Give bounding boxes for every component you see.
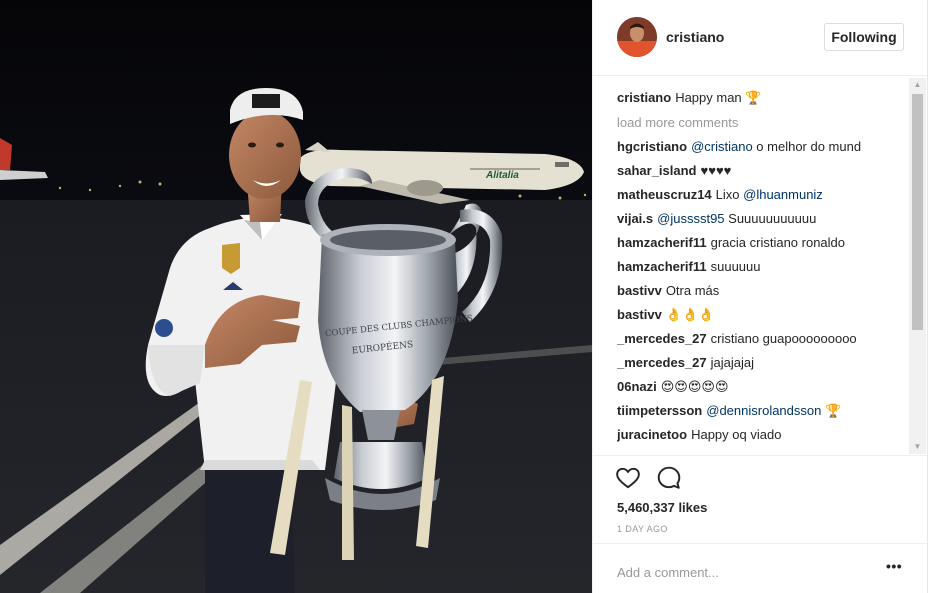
comment-text: 🏆 <box>821 403 842 418</box>
comment-text: 👌👌👌 <box>665 307 715 322</box>
load-more-comments-link[interactable]: load more comments <box>617 113 738 133</box>
comment-text: ♥♥♥♥ <box>700 163 732 178</box>
comment-mention[interactable]: @jusssst95 <box>657 211 724 226</box>
comment-item: tiimpetersson @dennisrolandsson 🏆 <box>617 401 911 421</box>
comment-username[interactable]: bastivv <box>617 307 662 322</box>
caption-username[interactable]: cristiano <box>617 90 671 105</box>
scroll-up-arrow-icon[interactable]: ▲ <box>909 78 926 92</box>
comment-username[interactable]: _mercedes_27 <box>617 355 707 370</box>
comment-item: _mercedes_27 cristiano guapooooooooo <box>617 329 911 349</box>
comment-username[interactable]: sahar_island <box>617 163 697 178</box>
comment-username[interactable]: matheuscruz14 <box>617 187 712 202</box>
comment-button[interactable] <box>656 465 682 491</box>
comment-text: gracia cristiano ronaldo <box>710 235 846 250</box>
comment-item: matheuscruz14 Lixo @lhuanmuniz <box>617 185 911 205</box>
scrollbar-thumb[interactable] <box>912 94 923 330</box>
comment-item: hgcristiano @cristiano o melhor do mund <box>617 137 911 157</box>
comment-item: _mercedes_27 jajajajaj <box>617 353 911 373</box>
comment-username[interactable]: _mercedes_27 <box>617 331 707 346</box>
comment-item: hamzacherif11 suuuuuu <box>617 257 911 277</box>
more-options-icon[interactable]: ••• <box>886 559 904 579</box>
comment-mention[interactable]: @cristiano <box>691 139 753 154</box>
comment-text: 😍😍😍😍😍 <box>660 379 729 394</box>
caption-text: Happy man 🏆 <box>675 90 762 105</box>
following-button[interactable]: Following <box>824 23 904 51</box>
airline-name: Alitalia <box>485 170 519 181</box>
comment-text: Happy oq viado <box>691 427 782 442</box>
comment-username[interactable]: bastivv <box>617 283 662 298</box>
post-author-username[interactable]: cristiano <box>666 29 724 45</box>
scroll-down-arrow-icon[interactable]: ▼ <box>909 440 926 454</box>
comment-item: vijai.s @jusssst95 Suuuuuuuuuuu <box>617 209 911 229</box>
comment-username[interactable]: hgcristiano <box>617 139 687 154</box>
heart-icon <box>616 467 640 489</box>
comment-username[interactable]: hamzacherif11 <box>617 235 707 250</box>
comment-text: Otra más <box>665 283 720 298</box>
comment-text: Lixo <box>715 187 744 202</box>
comment-item: bastivv Otra más <box>617 281 911 301</box>
comment-mention[interactable]: @dennisrolandsson <box>706 403 821 418</box>
caption: cristiano Happy man 🏆 <box>617 88 911 108</box>
avatar-image <box>617 17 657 57</box>
comment-text: Suuuuuuuuuuu <box>724 211 817 226</box>
post-timestamp: 1 DAY AGO <box>617 524 668 534</box>
comment-username[interactable]: 06nazi <box>617 379 657 394</box>
photo-illustration: Alitalia COUPE DES CLUBS CHAMPIONS EUROP… <box>0 0 592 593</box>
post-details-panel: cristiano Following cristiano Happy man 🏆… <box>592 0 928 593</box>
comment-username[interactable]: hamzacherif11 <box>617 259 707 274</box>
post-photo: Alitalia COUPE DES CLUBS CHAMPIONS EUROP… <box>0 0 592 593</box>
comment-item: hamzacherif11 gracia cristiano ronaldo <box>617 233 911 253</box>
comment-username[interactable]: juracinetoo <box>617 427 687 442</box>
post-actions: 5,460,337 likes 1 DAY AGO <box>593 455 928 543</box>
comment-text: cristiano guapooooooooo <box>710 331 857 346</box>
comment-text: suuuuuu <box>710 259 761 274</box>
post-header: cristiano Following <box>593 0 928 76</box>
comment-username[interactable]: tiimpetersson <box>617 403 702 418</box>
comments-list[interactable]: cristiano Happy man 🏆 load more comments … <box>593 78 911 454</box>
comment-text: jajajajaj <box>710 355 755 370</box>
add-comment-input[interactable] <box>617 554 867 590</box>
comment-icon <box>657 466 681 489</box>
avatar[interactable] <box>617 17 657 57</box>
comment-item: 06nazi 😍😍😍😍😍 <box>617 377 911 397</box>
likes-count[interactable]: 5,460,337 likes <box>617 500 707 515</box>
comment-mention[interactable]: @lhuanmuniz <box>743 187 823 202</box>
like-button[interactable] <box>615 465 641 491</box>
comments-scrollbar[interactable]: ▲ ▼ <box>909 78 926 454</box>
comment-item: bastivv 👌👌👌 <box>617 305 911 325</box>
comment-text: o melhor do mund <box>752 139 862 154</box>
comment-item: sahar_island ♥♥♥♥ <box>617 161 911 181</box>
comment-item: juracinetoo Happy oq viado <box>617 425 911 445</box>
window-edge <box>927 0 933 593</box>
add-comment-bar: ••• <box>593 543 928 593</box>
comment-username[interactable]: vijai.s <box>617 211 653 226</box>
